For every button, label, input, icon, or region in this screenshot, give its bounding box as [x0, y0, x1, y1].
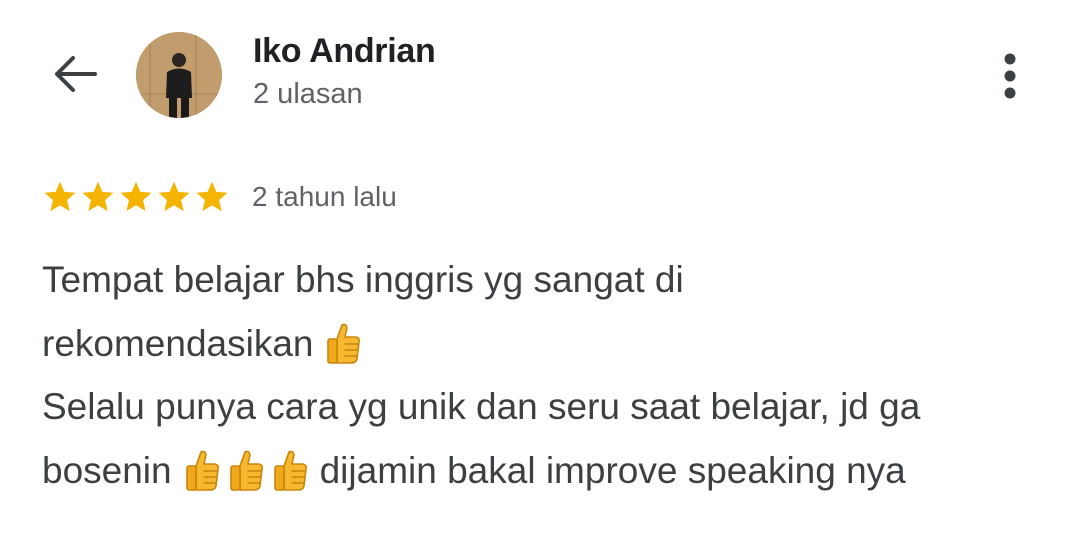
review-date: 2 tahun lalu: [252, 181, 397, 212]
star-rating: [42, 179, 230, 215]
avatar-photo: [136, 32, 222, 118]
review-text-segment: bosenin: [42, 449, 172, 491]
star-icon: [158, 181, 190, 212]
review-line: bosenin dijamin bakal improve speaking ny…: [42, 439, 1052, 503]
review-text-segment: Selalu punya cara yg unik dan seru saat …: [42, 386, 921, 427]
review-text-segment: rekomendasikan: [42, 322, 314, 364]
back-button[interactable]: [40, 40, 108, 108]
star-icon: [196, 181, 228, 212]
more-options-button[interactable]: [986, 48, 1034, 104]
review-text-segment: Tempat belajar bhs inggris yg sangat di: [42, 259, 684, 300]
rating-row: 2 tahun lalu: [42, 178, 397, 216]
review-line: rekomendasikan: [42, 312, 1052, 376]
star-icon: [44, 181, 76, 212]
thumbs-up-icon: [229, 450, 263, 492]
star-icon: [120, 181, 152, 212]
review-text-segment: dijamin bakal improve speaking nya: [319, 449, 906, 491]
more-vert-icon: [1004, 53, 1016, 99]
thumbs-up-icon: [327, 323, 361, 365]
review-body: Tempat belajar bhs inggris yg sangat di r…: [42, 248, 1052, 502]
star-icon: [82, 181, 114, 212]
thumbs-up-icon: [273, 450, 307, 492]
review-line: Selalu punya cara yg unik dan seru saat …: [42, 375, 1052, 439]
avatar[interactable]: [136, 32, 222, 118]
review-count: 2 ulasan: [253, 78, 363, 110]
review-line: Tempat belajar bhs inggris yg sangat di: [42, 248, 1052, 312]
reviewer-name[interactable]: Iko Andrian: [253, 32, 436, 71]
arrow-left-icon: [55, 56, 97, 92]
thumbs-up-icon: [185, 450, 219, 492]
review-detail-screen: Iko Andrian 2 ulasan 2 tahun lalu Tempat…: [0, 0, 1080, 543]
